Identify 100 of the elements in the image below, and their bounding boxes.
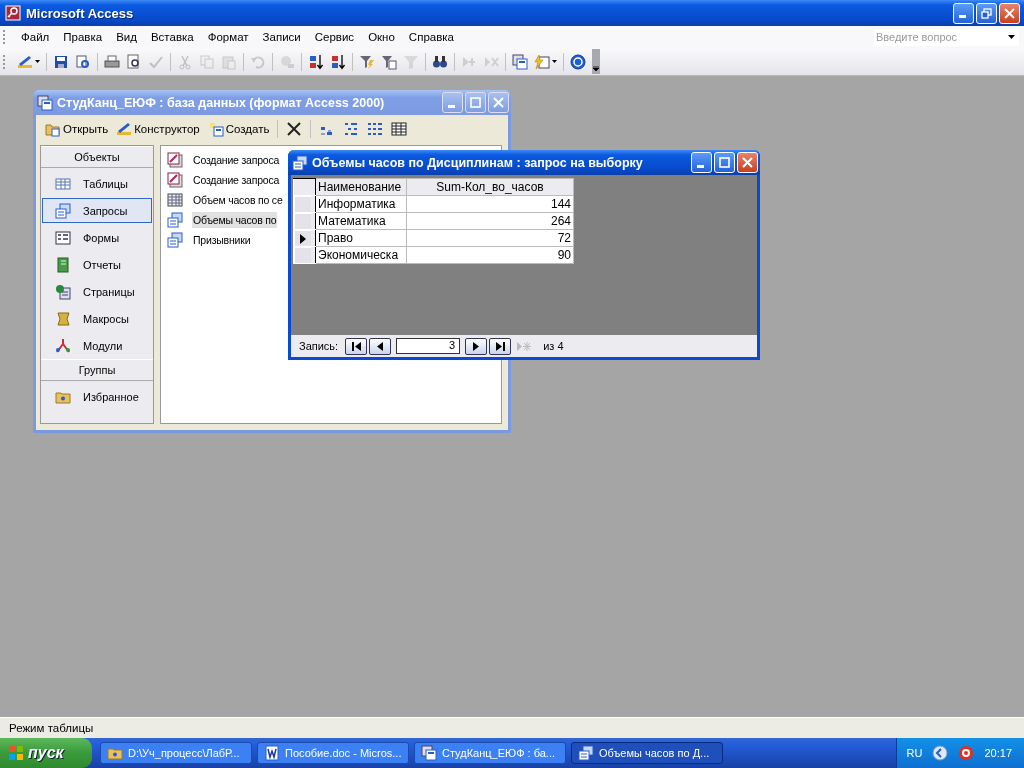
first-record-button[interactable] <box>345 337 368 355</box>
object-type-item[interactable]: Запросы <box>42 198 152 223</box>
record-count: из 4 <box>543 340 564 352</box>
column-header[interactable]: Sum-Кол_во_часов <box>406 178 574 196</box>
menu-item[interactable]: Вид <box>109 31 144 43</box>
table-cell: 264 <box>406 212 574 230</box>
menu-item[interactable]: Сервис <box>307 31 362 43</box>
table-cell: 90 <box>406 246 574 264</box>
taskbar-button[interactable]: Объемы часов по Д... <box>571 742 723 764</box>
new-button[interactable]: Создать <box>204 121 273 137</box>
menu-item[interactable]: Записи <box>255 31 308 43</box>
window-title: Объемы часов по Дисциплинам : запрос на выборку <box>312 155 643 170</box>
design-button[interactable]: Конструктор <box>113 121 203 137</box>
object-type-item[interactable]: Модули <box>42 333 152 358</box>
open-button[interactable]: Открыть <box>42 121 112 137</box>
query-item[interactable]: Создание запроса <box>165 150 281 170</box>
maximize-icon <box>470 97 481 108</box>
save-icon <box>53 53 69 70</box>
query-item[interactable]: Объем часов по се <box>165 190 284 210</box>
find-icon <box>432 53 448 70</box>
folder-icon <box>107 745 123 761</box>
forms-icon <box>55 229 71 246</box>
menu-item[interactable]: Справка <box>401 31 461 43</box>
object-type-item[interactable]: Таблицы <box>42 171 152 196</box>
object-type-item[interactable]: Страницы <box>42 279 152 304</box>
status-text: Режим таблицы <box>9 722 94 734</box>
filter-icon <box>403 53 419 70</box>
last-record-button[interactable] <box>489 337 512 355</box>
dropdown-arrow-icon <box>593 66 599 71</box>
minimize-button[interactable] <box>442 92 463 113</box>
list-icon <box>367 121 384 137</box>
crosstab-icon <box>167 192 183 208</box>
wizard-icon <box>167 172 183 188</box>
taskbar-button[interactable]: D:\Уч_процесс\ЛабР... <box>100 742 252 764</box>
record-selector[interactable] <box>294 230 311 246</box>
menu-item[interactable]: Файл <box>14 31 57 43</box>
restore-icon <box>981 7 992 19</box>
table-cell: 72 <box>406 229 574 247</box>
window-title: СтудКанц_ЕЮФ : база данных (формат Access 2000) <box>57 95 385 110</box>
table-cell: Математика <box>315 212 407 230</box>
object-type-item[interactable]: Формы <box>42 225 152 250</box>
help-icon <box>570 53 586 70</box>
filter-selection-icon <box>359 53 375 70</box>
key-icon <box>5 5 21 21</box>
record-number-field[interactable]: 3 <box>396 338 461 354</box>
chevron-icon[interactable] <box>932 745 949 761</box>
next-record-button[interactable] <box>465 337 488 355</box>
menu-item[interactable]: Вставка <box>143 31 201 43</box>
clock: 20:17 <box>984 747 1012 759</box>
minimize-icon <box>958 15 966 18</box>
filter-form-icon <box>381 53 397 70</box>
menu-item[interactable]: Окно <box>361 31 402 43</box>
sort-asc-icon <box>308 53 324 70</box>
query-item[interactable]: Призывники <box>165 230 252 250</box>
reports-icon <box>55 256 71 273</box>
menu-item[interactable]: Формат <box>200 31 256 43</box>
cut-icon <box>177 53 193 70</box>
close-icon <box>1004 7 1015 19</box>
details-icon <box>391 121 408 137</box>
open-icon <box>45 121 61 137</box>
object-type-item[interactable]: Отчеты <box>42 252 152 277</box>
database-icon <box>512 53 528 70</box>
sort-desc-icon <box>330 53 346 70</box>
toolbar-options-button[interactable] <box>592 49 600 74</box>
new-icon <box>207 121 224 137</box>
close-button[interactable] <box>488 92 509 113</box>
previous-record-button[interactable] <box>369 337 392 355</box>
database-icon <box>421 745 437 761</box>
modules-icon <box>55 337 71 354</box>
last-icon <box>495 341 505 351</box>
hyperlink-icon <box>279 53 295 70</box>
start-button[interactable]: пуск <box>0 738 92 768</box>
queries-icon <box>55 202 71 219</box>
design-icon <box>17 53 33 70</box>
next-icon <box>473 341 480 351</box>
macros-icon <box>55 310 71 327</box>
section-header[interactable]: Группы <box>41 359 153 381</box>
first-icon <box>351 341 361 351</box>
query-item[interactable]: Создание запроса <box>165 170 281 190</box>
query-icon <box>578 745 594 761</box>
current-record-icon <box>300 233 306 244</box>
close-icon <box>493 97 504 108</box>
paste-icon <box>221 53 237 70</box>
restore-button[interactable] <box>976 2 997 24</box>
previous-icon <box>377 341 384 351</box>
language-indicator[interactable]: RU <box>906 747 923 759</box>
group-item[interactable]: Избранное <box>42 384 152 409</box>
file-search-icon <box>75 53 91 70</box>
menu-item[interactable]: Правка <box>56 31 110 43</box>
taskbar-button[interactable]: СтудКанц_ЕЮФ : ба... <box>414 742 566 764</box>
section-header[interactable]: Объекты <box>41 146 153 168</box>
object-type-item[interactable]: Макросы <box>42 306 152 331</box>
table-cell: Информатика <box>315 195 407 213</box>
window-title: Microsoft Access <box>26 5 134 21</box>
help-question-field[interactable]: Введите вопрос <box>874 28 1019 46</box>
column-header[interactable]: Наименование <box>315 178 407 196</box>
preview-icon <box>126 53 142 70</box>
target-icon[interactable] <box>958 745 975 761</box>
taskbar-button[interactable]: Пособие.doc - Micros... <box>257 742 409 764</box>
table-cell: Экономическа <box>315 246 407 264</box>
